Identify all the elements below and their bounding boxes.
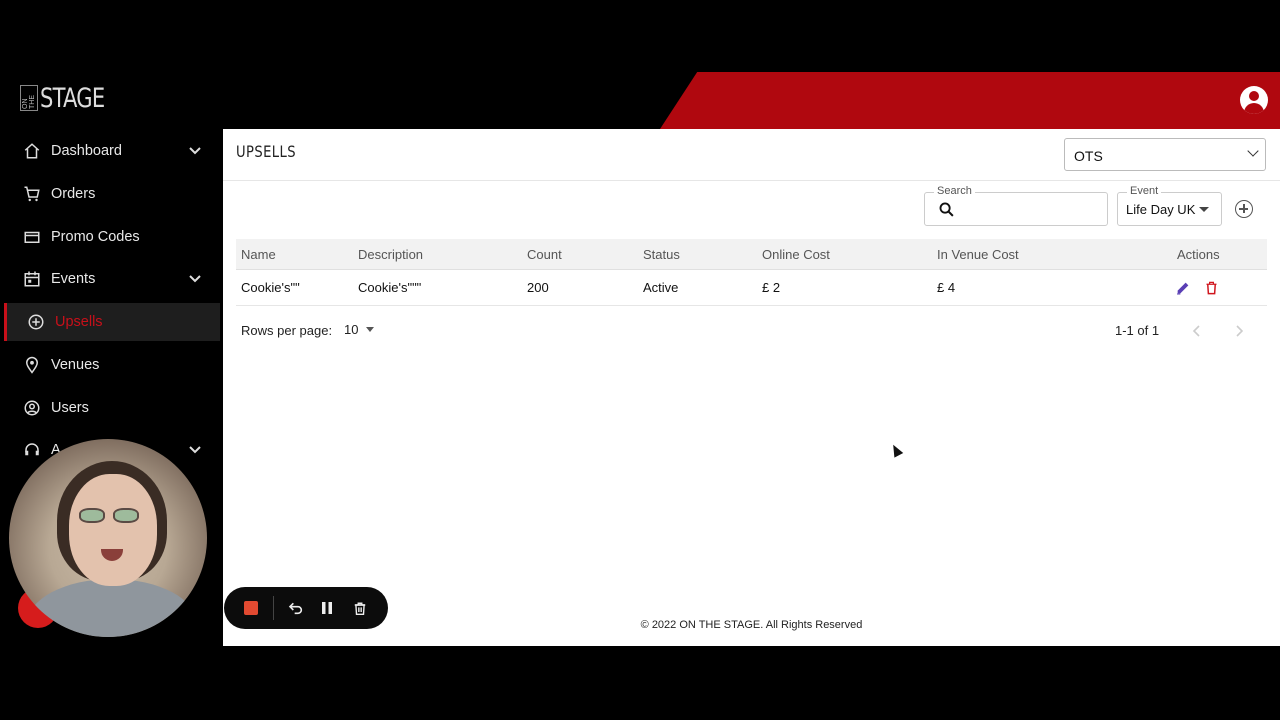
rows-per-page-select[interactable]: 10: [344, 322, 375, 337]
venue-select-value: OTS: [1074, 148, 1103, 164]
venue-select[interactable]: OTS: [1064, 138, 1266, 171]
sidebar-item-events[interactable]: Events: [0, 260, 223, 298]
chevron-right-icon[interactable]: [1234, 325, 1244, 337]
column-header[interactable]: Description: [358, 239, 423, 269]
cell-in-venue-cost: £ 4: [937, 280, 956, 295]
table-header: Name Description Count Status Online Cos…: [236, 239, 1267, 270]
location-pin-icon: [22, 355, 42, 375]
cell-name: Cookie's"": [241, 280, 300, 295]
event-select[interactable]: Event Life Day UK: [1117, 185, 1222, 226]
cell-description: Cookie's""": [358, 280, 422, 295]
dropdown-arrow-icon: [1199, 207, 1209, 212]
sidebar-item-venues[interactable]: Venues: [0, 346, 223, 384]
webcam-overlay: [9, 439, 207, 637]
column-header[interactable]: In Venue Cost: [937, 239, 1019, 269]
search-input[interactable]: [963, 199, 1099, 219]
pause-icon[interactable]: [317, 597, 337, 619]
ticket-icon: [22, 227, 42, 247]
column-header[interactable]: Name: [241, 239, 276, 269]
chevron-down-icon[interactable]: [188, 443, 202, 457]
chevron-down-icon[interactable]: [188, 272, 202, 286]
sidebar-item-promo-codes[interactable]: Promo Codes: [0, 218, 223, 256]
dropdown-arrow-icon: [366, 327, 375, 332]
cart-icon: [22, 184, 42, 204]
sidebar-item-users[interactable]: Users: [0, 389, 223, 427]
column-header[interactable]: Status: [643, 239, 680, 269]
column-header: Actions: [1177, 246, 1220, 262]
pagination-range: 1-1 of 1: [1115, 323, 1160, 338]
headset-icon: [22, 440, 42, 460]
sidebar-item-label: Events: [51, 271, 96, 287]
main-content: UPSELLS OTS Search Event Life Day UK Nam…: [223, 129, 1280, 646]
column-header[interactable]: Count: [527, 239, 562, 269]
chevron-down-icon[interactable]: [188, 144, 202, 158]
divider: [273, 596, 274, 620]
recording-controls: [224, 587, 388, 629]
logo-text: STAGE: [40, 82, 105, 114]
trash-icon[interactable]: [350, 597, 370, 619]
table-row[interactable]: Cookie's"" Cookie's""" 200 Active £ 2 £ …: [236, 270, 1267, 306]
search-label: Search: [934, 185, 975, 197]
sidebar-item-label: Dashboard: [51, 143, 122, 159]
chevron-left-icon[interactable]: [1192, 325, 1202, 337]
logo-small-text: ON THE: [20, 85, 38, 111]
calendar-icon: [22, 269, 42, 289]
sidebar-item-label: Upsells: [55, 314, 103, 330]
event-select-value: Life Day UK: [1126, 202, 1196, 217]
edit-icon[interactable]: [1175, 270, 1191, 305]
sidebar-item-label: Users: [51, 400, 89, 416]
add-circle-icon: [26, 312, 46, 332]
page-title: UPSELLS: [236, 142, 296, 161]
chevron-down-icon: [1247, 145, 1259, 157]
sidebar-item-orders[interactable]: Orders: [0, 175, 223, 213]
home-icon: [22, 141, 42, 161]
cell-count: 200: [527, 280, 549, 295]
search-field[interactable]: Search: [924, 185, 1108, 226]
header-red-band: [660, 72, 1280, 129]
rows-per-page-label: Rows per page:: [241, 323, 333, 338]
sidebar-item-dashboard[interactable]: Dashboard: [0, 132, 223, 170]
sidebar-item-label: Promo Codes: [51, 229, 140, 245]
cell-status: Active: [643, 280, 679, 295]
sidebar-item-upsells[interactable]: Upsells: [4, 303, 220, 341]
add-upsell-button[interactable]: [1235, 200, 1253, 218]
sidebar-item-label: Venues: [51, 357, 100, 373]
delete-icon[interactable]: [1204, 270, 1219, 305]
event-label: Event: [1127, 185, 1162, 197]
search-icon: [939, 202, 954, 217]
header-divider: [223, 180, 1280, 181]
upsells-table: Name Description Count Status Online Cos…: [236, 239, 1267, 306]
undo-icon[interactable]: [286, 597, 306, 619]
rows-per-page-value: 10: [344, 322, 359, 337]
pagination: Rows per page: 10 1-1 of 1: [236, 319, 1267, 343]
user-circle-icon: [22, 398, 42, 418]
column-header[interactable]: Online Cost: [762, 239, 830, 269]
sidebar-item-label: Orders: [51, 186, 96, 202]
cell-online-cost: £ 2: [762, 280, 781, 295]
logo[interactable]: ON THE STAGE: [20, 82, 123, 114]
stop-icon[interactable]: [244, 601, 258, 615]
account-icon[interactable]: [1240, 86, 1268, 114]
